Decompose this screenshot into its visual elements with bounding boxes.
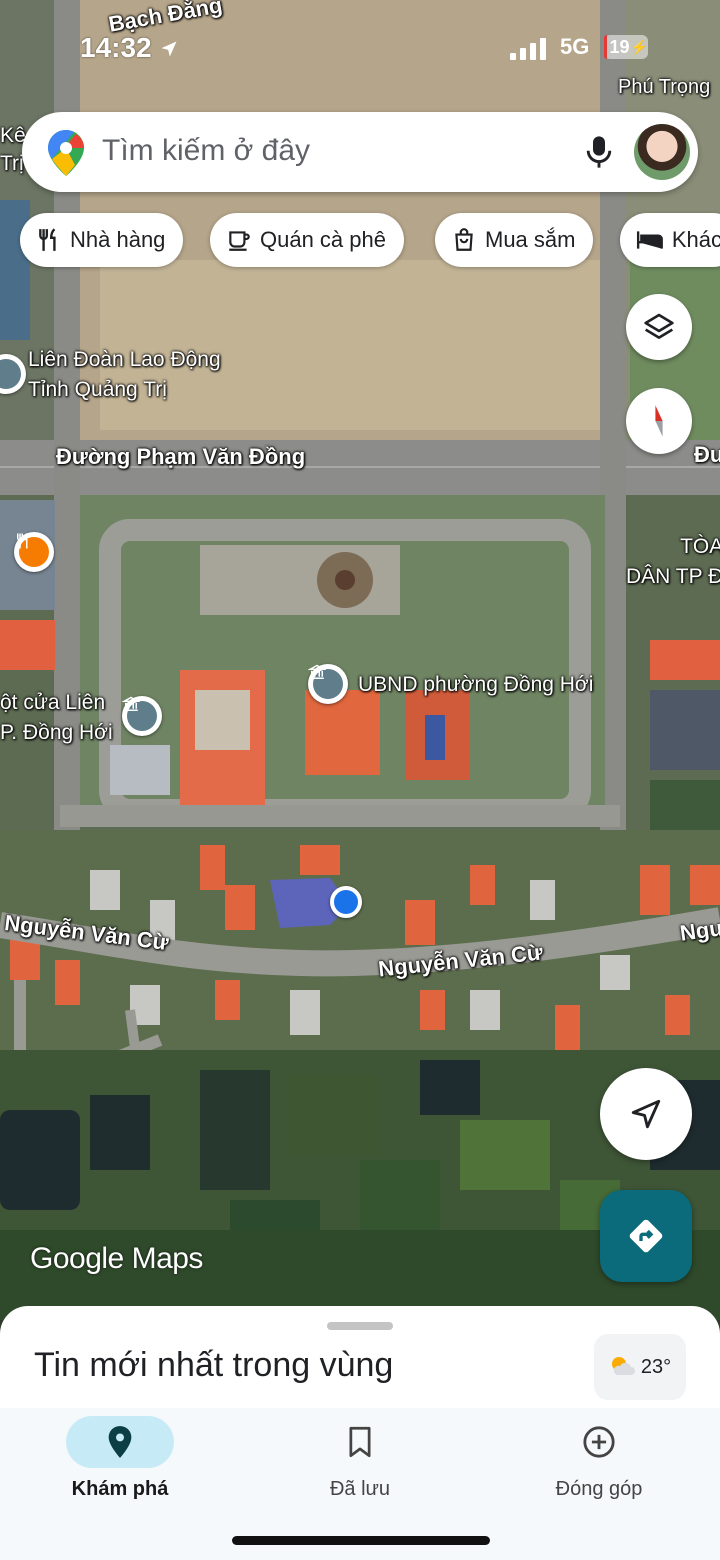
chip-cafes[interactable]: Quán cà phê	[210, 213, 404, 267]
microphone-icon[interactable]	[584, 134, 614, 170]
directions-icon	[629, 1219, 663, 1253]
navigation-arrow-icon	[631, 1099, 661, 1129]
partly-cloudy-icon	[611, 1357, 635, 1375]
my-location-button[interactable]	[600, 1068, 692, 1160]
compass-icon	[655, 405, 663, 437]
battery-level-bar	[604, 35, 607, 59]
ubnd-landmark-icon[interactable]	[308, 664, 348, 704]
search-bar[interactable]: Tìm kiếm ở đây	[22, 112, 698, 192]
status-bar: 14:32 5G 19 ⚡	[0, 22, 720, 72]
directions-button[interactable]	[600, 1190, 692, 1282]
chip-shopping-label: Mua sắm	[485, 227, 576, 252]
status-time: 14:32	[80, 32, 179, 64]
chip-shopping[interactable]: Mua sắm	[435, 213, 594, 267]
label-toa: TÒA DÂN TP Đ	[626, 535, 720, 588]
status-time-text: 14:32	[80, 32, 152, 63]
location-pin-icon	[108, 1426, 132, 1458]
nav-saved-icon-wrap	[306, 1416, 414, 1468]
nav-contribute[interactable]: Đóng góp	[519, 1416, 679, 1501]
restaurant-pin-icon[interactable]	[14, 532, 54, 572]
home-indicator[interactable]	[232, 1536, 490, 1545]
nav-contribute-icon-wrap	[545, 1416, 653, 1468]
chip-hotels[interactable]: Khác	[620, 213, 720, 267]
label-ubnd: UBND phường Đồng Hới	[358, 673, 594, 696]
sheet-drag-handle[interactable]	[327, 1322, 393, 1330]
layers-button[interactable]	[626, 294, 692, 360]
chip-cafes-label: Quán cà phê	[260, 227, 386, 252]
add-circle-icon	[583, 1426, 615, 1458]
my-location-dot	[330, 886, 362, 918]
label-mot-cua: ột cửa Liên P. Đồng Hới	[0, 691, 113, 744]
nav-saved[interactable]: Đã lưu	[280, 1416, 440, 1501]
weather-temp: 23°	[640, 1355, 672, 1378]
weather-chip[interactable]: 23°	[594, 1334, 686, 1400]
bookmark-icon	[349, 1426, 371, 1458]
cellular-signal-icon	[510, 38, 546, 60]
google-maps-watermark: Google Maps	[30, 1242, 203, 1275]
network-type: 5G	[560, 34, 590, 59]
nav-saved-label: Đã lưu	[329, 1478, 391, 1500]
label-phu-trong: Phú Trọng	[618, 76, 711, 98]
battery-indicator: 19 ⚡	[604, 35, 648, 59]
nav-explore[interactable]: Khám phá	[40, 1416, 200, 1501]
battery-percent: 19	[609, 36, 630, 57]
chip-restaurants-label: Nhà hàng	[70, 227, 166, 252]
profile-avatar[interactable]	[634, 124, 690, 180]
label-lien-doan: Liên Đoàn Lao Động Tỉnh Quảng Trị	[28, 348, 221, 401]
google-maps-logo-icon	[48, 130, 84, 176]
mot-cua-landmark-icon[interactable]	[122, 696, 162, 736]
nav-explore-icon-wrap	[66, 1416, 174, 1468]
location-arrow-icon	[161, 41, 177, 57]
nav-contribute-label: Đóng góp	[555, 1478, 643, 1500]
road-label-nguyen-van-cu-right: Ngu	[678, 915, 720, 946]
charging-bolt-icon: ⚡	[630, 38, 648, 55]
road-label-pham-van-dong: Đường Phạm Văn Đồng	[56, 444, 306, 469]
layers-icon	[644, 313, 674, 339]
nav-explore-label: Khám phá	[71, 1478, 169, 1500]
sheet-title: Tin mới nhất trong vùng	[34, 1346, 394, 1384]
coffee-icon	[229, 231, 250, 251]
search-input[interactable]: Tìm kiếm ở đây	[102, 134, 310, 168]
shopping-bag-icon	[455, 228, 473, 251]
bottom-sheet[interactable]: Tin mới nhất trong vùng 23°	[0, 1306, 720, 1416]
chip-hotels-label: Khác	[671, 227, 720, 252]
bed-icon	[636, 231, 663, 249]
chip-restaurants[interactable]: Nhà hàng	[20, 213, 184, 267]
compass-button[interactable]	[626, 388, 692, 454]
restaurant-icon	[39, 228, 56, 251]
road-label-pham-van-dong-right: Đư	[694, 442, 720, 467]
